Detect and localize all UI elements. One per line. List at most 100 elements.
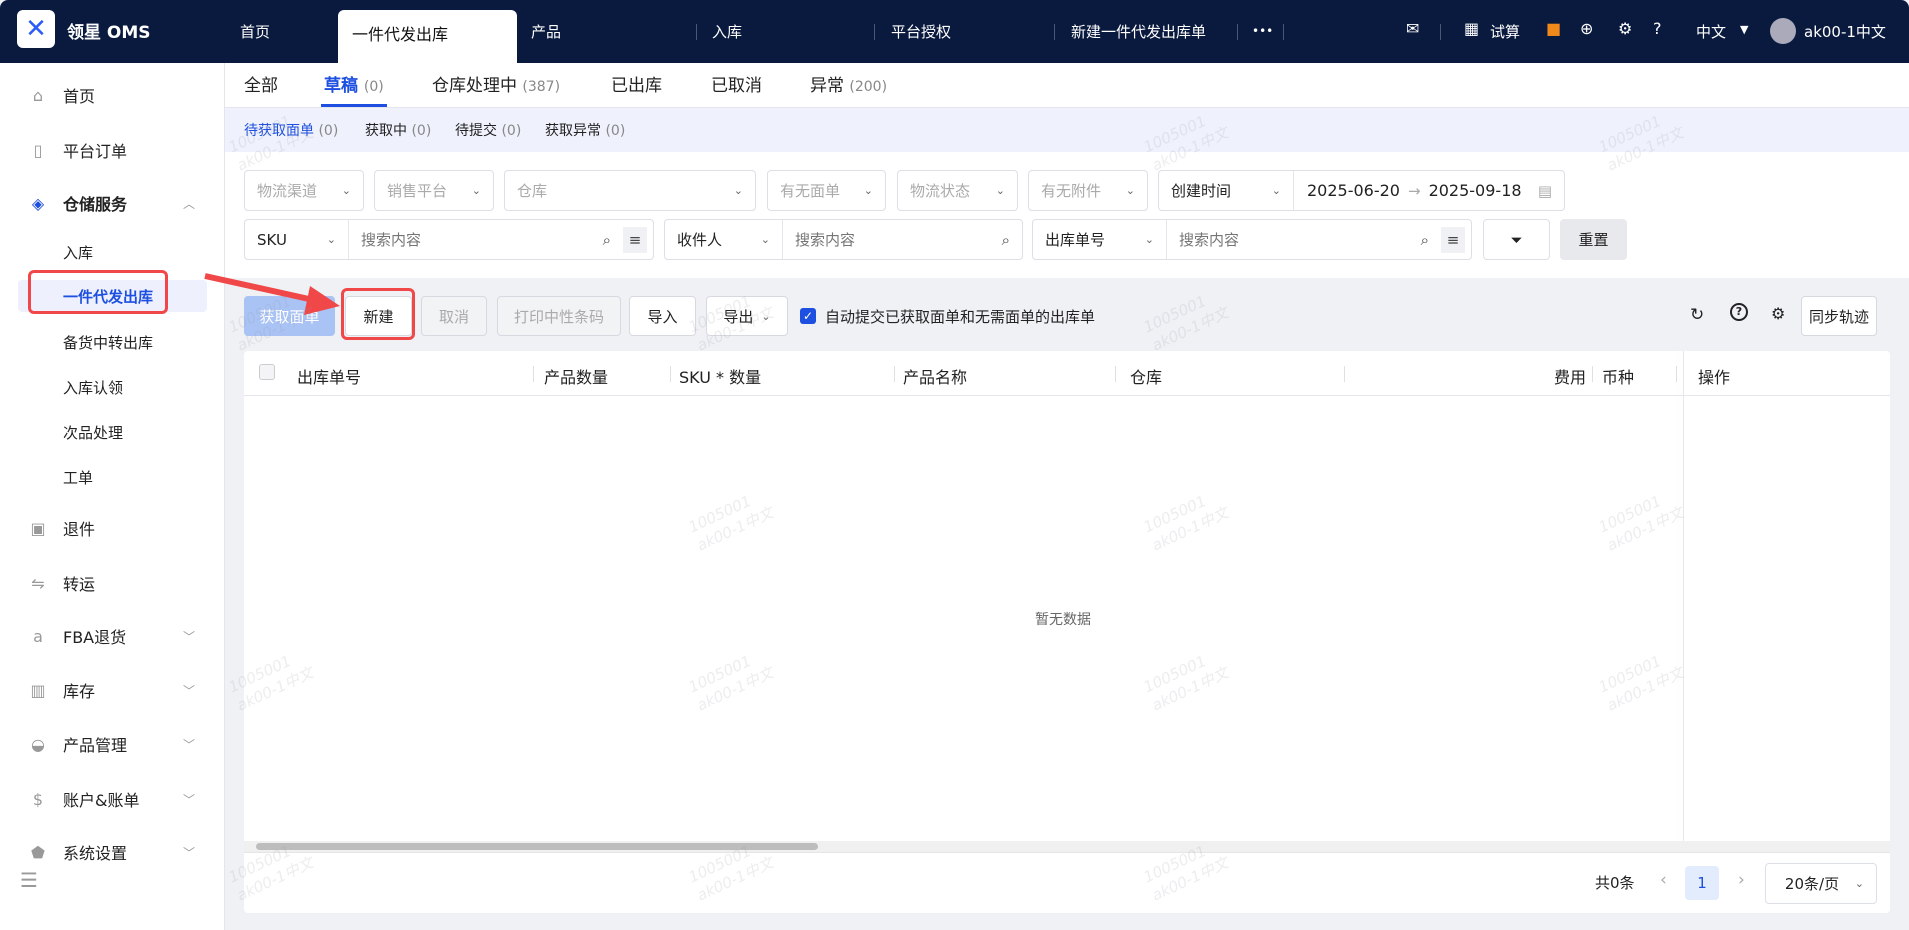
refresh-icon[interactable]: ↻ <box>1690 305 1704 325</box>
logistics-status-select[interactable]: 物流状态 ⌄ <box>897 170 1018 211</box>
avatar[interactable] <box>1770 18 1796 44</box>
column-header-warehouse[interactable]: 仓库 <box>1130 364 1162 388</box>
column-header-fee[interactable]: 费用 <box>1554 364 1586 388</box>
status-tab[interactable]: 异常 (200) <box>810 71 887 96</box>
date-start[interactable]: 2025-06-20 <box>1294 181 1400 200</box>
placeholder: 物流状态 <box>910 182 971 200</box>
sidebar-item[interactable]: $ 账户&账单 ﹀ <box>0 783 225 815</box>
tab-new-outbound[interactable]: 新建一件代发出库单 <box>1071 21 1206 42</box>
sub-tab[interactable]: 获取中 (0) <box>365 120 431 140</box>
batch-search-icon[interactable]: ≡ <box>623 226 647 253</box>
page-size-select[interactable]: 20条/页 ⌄ <box>1765 863 1877 904</box>
column-header-order-no[interactable]: 出库单号 <box>297 364 361 388</box>
sidebar-item[interactable]: ▥ 库存 ﹀ <box>0 674 225 706</box>
sales-platform-select[interactable]: 销售平台 ⌄ <box>374 170 494 211</box>
time-type-select[interactable]: 创建时间 ⌄ <box>1159 171 1294 210</box>
cancel-button[interactable]: 取消 <box>421 296 487 336</box>
sidebar-item[interactable]: ▯ 平台订单 <box>0 134 225 166</box>
mail-icon[interactable]: ✉ <box>1406 19 1419 38</box>
auto-submit-checkbox[interactable]: ✓ <box>800 308 816 324</box>
warehouse-select[interactable]: 仓库 ⌄ <box>504 170 756 211</box>
sub-tab[interactable]: 获取异常 (0) <box>545 120 625 140</box>
help-icon[interactable]: ? <box>1653 19 1662 38</box>
order-no-search-input[interactable] <box>1167 230 1421 249</box>
sub-tab[interactable]: 待提交 (0) <box>455 120 521 140</box>
print-barcode-button[interactable]: 打印中性条码 <box>497 296 621 336</box>
robot-icon[interactable]: ■ <box>1546 19 1561 38</box>
status-tab[interactable]: 草稿 (0) <box>324 71 384 96</box>
gear-icon[interactable]: ⚙ <box>1618 19 1632 38</box>
column-resizer[interactable] <box>894 366 895 382</box>
tab-home[interactable]: 首页 <box>240 21 270 42</box>
advanced-filter-button[interactable]: ⏷ <box>1483 219 1550 260</box>
tab-outbound[interactable]: 一件代发出库 <box>338 10 517 63</box>
status-tab[interactable]: 已出库 <box>611 71 662 96</box>
column-resizer[interactable] <box>533 366 534 382</box>
auto-submit-label[interactable]: 自动提交已获取面单和无需面单的出库单 <box>825 306 1095 327</box>
language-select[interactable]: 中文 <box>1696 21 1726 42</box>
select-all-checkbox[interactable] <box>259 364 275 380</box>
column-header-sku-qty[interactable]: SKU * 数量 <box>679 364 761 388</box>
sidebar-item[interactable]: 工单 <box>0 461 225 493</box>
search-icon[interactable]: ⌕ <box>1002 231 1010 249</box>
sidebar-item[interactable]: ◈ 仓储服务 ︿ <box>0 187 225 219</box>
user-name[interactable]: ak00-1中文 <box>1804 21 1886 42</box>
recipient-type-select[interactable]: 收件人 ⌄ <box>665 220 783 259</box>
help-icon[interactable]: ? <box>1730 303 1748 321</box>
sidebar-item[interactable]: 入库 <box>0 236 225 268</box>
has-label-select[interactable]: 有无面单 ⌄ <box>767 170 886 211</box>
search-icon[interactable]: ⌕ <box>1421 231 1429 249</box>
reset-button[interactable]: 重置 <box>1560 219 1627 260</box>
sidebar-item[interactable]: ◒ 产品管理 ﹀ <box>0 728 225 760</box>
status-tab[interactable]: 已取消 <box>711 71 762 96</box>
sidebar-item[interactable]: ⌂ 首页 <box>0 79 225 111</box>
export-button[interactable]: 导出 ⌄ <box>706 296 788 336</box>
next-page-button[interactable]: › <box>1738 870 1745 890</box>
page-1-button[interactable]: 1 <box>1685 866 1719 900</box>
sidebar-item[interactable]: ⇋ 转运 <box>0 567 225 599</box>
sub-tab[interactable]: 待获取面单 (0) <box>244 120 338 140</box>
column-resizer[interactable] <box>670 366 671 382</box>
trial-calc-link[interactable]: 试算 <box>1490 21 1520 42</box>
sidebar-item[interactable]: ⬟ 系统设置 ﹀ <box>0 836 225 868</box>
sidebar-item-label: 系统设置 <box>63 844 128 863</box>
status-tab[interactable]: 全部 <box>244 71 278 96</box>
column-header-product-qty[interactable]: 产品数量 <box>544 364 608 388</box>
logistics-channel-select[interactable]: 物流渠道 ⌄ <box>244 170 364 211</box>
tab-count: (387) <box>522 79 561 95</box>
import-button[interactable]: 导入 <box>629 296 696 336</box>
collapse-sidebar-icon[interactable]: ☰ <box>20 868 38 892</box>
scrollbar-thumb[interactable] <box>256 843 818 850</box>
sidebar-item[interactable]: 次品处理 <box>0 416 225 448</box>
download-icon[interactable]: ⊕ <box>1580 19 1593 38</box>
sidebar-item[interactable]: 入库认领 <box>0 371 225 403</box>
column-header-product-name[interactable]: 产品名称 <box>903 364 967 388</box>
prev-page-button[interactable]: ‹ <box>1660 870 1667 890</box>
column-resizer[interactable] <box>1115 366 1116 382</box>
sidebar-item[interactable]: ▣ 退件 <box>0 512 225 544</box>
calculator-icon[interactable]: ▦ <box>1464 19 1479 38</box>
search-icon[interactable]: ⌕ <box>603 231 611 249</box>
tab-products[interactable]: 产品 <box>531 21 561 42</box>
column-settings-icon[interactable]: ⚙ <box>1771 304 1785 323</box>
column-resizer[interactable] <box>1344 366 1345 382</box>
has-attachment-select[interactable]: 有无附件 ⌄ <box>1028 170 1148 211</box>
column-resizer[interactable] <box>1676 366 1677 382</box>
order-no-type-select[interactable]: 出库单号 ⌄ <box>1033 220 1167 259</box>
status-tab[interactable]: 仓库处理中 (387) <box>432 71 560 96</box>
sync-tracking-button[interactable]: 同步轨迹 <box>1801 296 1877 336</box>
logo-icon[interactable]: ✕ <box>17 10 55 48</box>
date-end[interactable]: 2025-09-18 <box>1429 181 1522 200</box>
tab-platform-auth[interactable]: 平台授权 <box>891 21 951 42</box>
sku-type-select[interactable]: SKU ⌄ <box>245 220 349 259</box>
column-resizer[interactable] <box>1592 366 1593 382</box>
sku-search-input[interactable] <box>349 230 603 249</box>
calendar-icon[interactable]: ▤ <box>1538 182 1552 200</box>
tab-inbound[interactable]: 入库 <box>712 21 742 42</box>
batch-search-icon[interactable]: ≡ <box>1441 226 1465 253</box>
sidebar-item[interactable]: 备货中转出库 <box>0 326 225 358</box>
column-header-currency[interactable]: 币种 <box>1602 364 1634 388</box>
sidebar-item[interactable]: a FBA退货 ﹀ <box>0 620 225 652</box>
recipient-search-input[interactable] <box>783 230 1002 249</box>
more-tabs-button[interactable]: ••• <box>1252 24 1273 38</box>
